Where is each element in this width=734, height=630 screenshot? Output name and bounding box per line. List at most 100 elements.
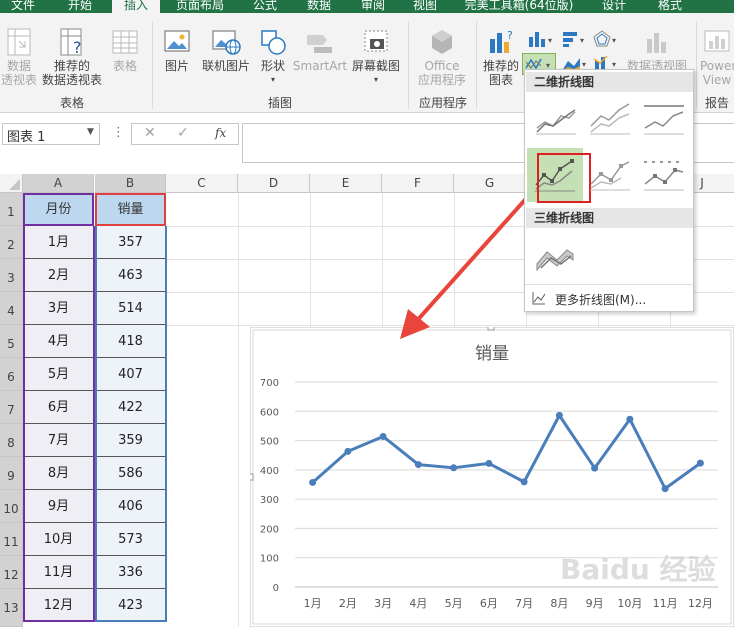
radar-chart-button[interactable]: ▾ bbox=[592, 29, 620, 49]
online-picture-button[interactable]: 联机图片 bbox=[198, 27, 254, 73]
sales-cell[interactable]: 586 bbox=[95, 457, 166, 490]
sales-cell[interactable]: 514 bbox=[95, 292, 166, 325]
3d-line-thumb[interactable] bbox=[533, 234, 579, 274]
month-cell[interactable]: 9月 bbox=[23, 490, 94, 523]
sales-cell[interactable]: 359 bbox=[95, 424, 166, 457]
row-header-7[interactable]: 7 bbox=[0, 391, 23, 424]
recommended-pivot-button[interactable]: ? 推荐的 数据透视表 bbox=[40, 27, 104, 87]
column-header-a[interactable]: A bbox=[23, 174, 94, 193]
tab-perfect-toolbox[interactable]: 完美工具箱(64位版) bbox=[456, 0, 582, 13]
tab-review[interactable]: 审阅 bbox=[350, 0, 396, 13]
month-cell[interactable]: 8月 bbox=[23, 457, 94, 490]
row-header-3[interactable]: 3 bbox=[0, 259, 23, 292]
row-header-5[interactable]: 5 bbox=[0, 325, 23, 358]
tab-format[interactable]: 格式 bbox=[646, 0, 694, 13]
pivot-table-button[interactable]: 数据 透视表 bbox=[0, 27, 38, 87]
row-header-11[interactable]: 11 bbox=[0, 523, 23, 556]
month-cell[interactable]: 11月 bbox=[23, 556, 94, 589]
sales-cell[interactable]: 423 bbox=[95, 589, 166, 622]
insert-function-icon[interactable]: fx bbox=[215, 126, 226, 140]
table-button[interactable]: 表格 bbox=[106, 27, 144, 73]
month-cell[interactable]: 5月 bbox=[23, 358, 94, 391]
sales-cell[interactable]: 418 bbox=[95, 325, 166, 358]
sales-cell[interactable]: 357 bbox=[95, 226, 166, 259]
row-header-9[interactable]: 9 bbox=[0, 457, 23, 490]
data-point-marker[interactable] bbox=[485, 459, 493, 467]
data-point-marker[interactable] bbox=[379, 432, 387, 440]
tab-insert[interactable]: 插入 bbox=[112, 0, 160, 13]
cancel-icon[interactable]: ✕ bbox=[144, 125, 156, 141]
name-box[interactable]: 图表 1 ▼ bbox=[2, 123, 100, 145]
month-cell[interactable]: 7月 bbox=[23, 424, 94, 457]
month-cell[interactable]: 12月 bbox=[23, 589, 94, 622]
month-cell[interactable]: 4月 bbox=[23, 325, 94, 358]
tab-formulas[interactable]: 公式 bbox=[242, 0, 288, 13]
row-header-4[interactable]: 4 bbox=[0, 292, 23, 325]
data-point-marker[interactable] bbox=[696, 459, 704, 467]
header-cell-month[interactable]: 月份 bbox=[23, 193, 94, 226]
shapes-button[interactable]: 形状 ▾ bbox=[256, 27, 290, 87]
screenshot-button[interactable]: 屏幕截图 ▾ bbox=[350, 27, 402, 87]
pivot-chart-button[interactable]: 数据透视图 bbox=[624, 27, 690, 73]
column-header-b[interactable]: B bbox=[95, 174, 166, 193]
data-point-marker[interactable] bbox=[661, 485, 669, 493]
percent-stacked-markers-thumb[interactable] bbox=[641, 154, 687, 194]
select-all-corner[interactable] bbox=[0, 174, 23, 193]
office-apps-button[interactable]: Office 应用程序 bbox=[414, 27, 470, 87]
office-apps-label-1: Office bbox=[424, 59, 460, 73]
column-header-d[interactable]: D bbox=[238, 174, 310, 193]
column-header-e[interactable]: E bbox=[310, 174, 382, 193]
data-point-marker[interactable] bbox=[344, 447, 352, 455]
sales-cell[interactable]: 407 bbox=[95, 358, 166, 391]
power-view-button[interactable]: Power View bbox=[700, 27, 734, 87]
row-header-12[interactable]: 12 bbox=[0, 556, 23, 589]
month-cell[interactable]: 6月 bbox=[23, 391, 94, 424]
pivot-table-label-1: 数据 bbox=[6, 59, 31, 73]
data-point-marker[interactable] bbox=[414, 461, 422, 469]
header-cell-sales[interactable]: 销量 bbox=[95, 193, 166, 226]
data-point-marker[interactable] bbox=[520, 478, 528, 486]
row-header-2[interactable]: 2 bbox=[0, 226, 23, 259]
picture-button[interactable]: 图片 bbox=[158, 27, 196, 73]
percent-stacked-line-thumb[interactable] bbox=[641, 98, 687, 138]
sales-cell[interactable]: 336 bbox=[95, 556, 166, 589]
stacked-line-markers-thumb[interactable] bbox=[587, 154, 633, 194]
name-box-dropdown-icon[interactable]: ▼ bbox=[87, 127, 94, 137]
row-header-6[interactable]: 6 bbox=[0, 358, 23, 391]
tab-design[interactable]: 设计 bbox=[590, 0, 638, 13]
data-point-marker[interactable] bbox=[309, 478, 317, 486]
stacked-line-thumb[interactable] bbox=[587, 98, 633, 138]
more-line-charts-item[interactable]: 更多折线图(M)... bbox=[529, 289, 689, 309]
sales-cell[interactable]: 463 bbox=[95, 259, 166, 292]
svg-text:▾: ▾ bbox=[580, 36, 584, 45]
chart-resize-handle[interactable] bbox=[246, 473, 254, 481]
tab-view[interactable]: 视图 bbox=[402, 0, 448, 13]
data-point-marker[interactable] bbox=[591, 464, 599, 472]
month-cell[interactable]: 1月 bbox=[23, 226, 94, 259]
row-header-10[interactable]: 10 bbox=[0, 490, 23, 523]
chart-title[interactable]: 销量 bbox=[475, 344, 509, 364]
row-header-13[interactable]: 13 bbox=[0, 589, 23, 627]
confirm-icon[interactable]: ✓ bbox=[177, 125, 189, 141]
bar-chart-button[interactable]: ▾ bbox=[560, 29, 590, 49]
month-cell[interactable]: 2月 bbox=[23, 259, 94, 292]
smartart-button[interactable]: SmartArt bbox=[292, 27, 348, 73]
tab-home[interactable]: 开始 bbox=[56, 0, 104, 13]
sales-cell[interactable]: 406 bbox=[95, 490, 166, 523]
data-point-marker[interactable] bbox=[626, 415, 634, 423]
month-cell[interactable]: 3月 bbox=[23, 292, 94, 325]
row-header-8[interactable]: 8 bbox=[0, 424, 23, 457]
tab-page-layout[interactable]: 页面布局 bbox=[166, 0, 234, 13]
line-thumb[interactable] bbox=[533, 98, 579, 138]
column-header-c[interactable]: C bbox=[166, 174, 238, 193]
column-chart-button[interactable]: ▾ bbox=[526, 29, 556, 49]
month-cell[interactable]: 10月 bbox=[23, 523, 94, 556]
recommended-charts-button[interactable]: ? 推荐的 图表 bbox=[480, 27, 522, 87]
tab-data[interactable]: 数据 bbox=[296, 0, 342, 13]
data-point-marker[interactable] bbox=[450, 464, 458, 472]
sales-cell[interactable]: 422 bbox=[95, 391, 166, 424]
tab-file[interactable]: 文件 bbox=[0, 0, 46, 13]
row-header-1[interactable]: 1 bbox=[0, 193, 23, 226]
data-point-marker[interactable] bbox=[555, 411, 563, 419]
sales-cell[interactable]: 573 bbox=[95, 523, 166, 556]
